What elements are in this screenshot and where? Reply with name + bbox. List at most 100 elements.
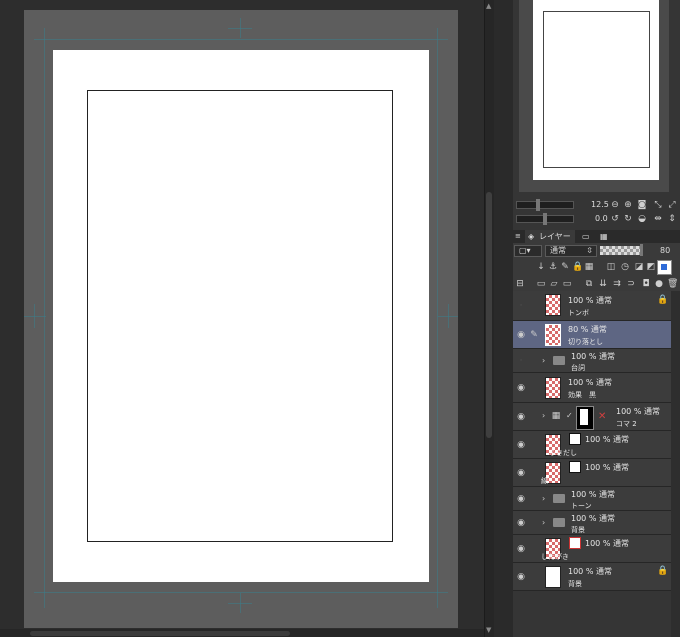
layer-opacity-mode: 100 % 通常 bbox=[585, 435, 629, 444]
layer-scrollbar[interactable] bbox=[671, 291, 680, 637]
mask-add-icon[interactable]: ◘ bbox=[641, 279, 651, 289]
panel-gutter bbox=[494, 0, 513, 637]
blend-mode-value: 通常 bbox=[550, 246, 566, 255]
layer-row[interactable]: · › 100 % 通常 台詞 bbox=[513, 349, 671, 373]
film-tab-icon[interactable]: ▦ bbox=[600, 230, 608, 243]
chevron-down-icon: ⇳ bbox=[586, 246, 593, 255]
layer-row[interactable]: ◉ › 100 % 通常 トーン bbox=[513, 487, 671, 511]
panel-frame-border[interactable] bbox=[87, 90, 393, 542]
blend-mode-select[interactable]: 通常 ⇳ bbox=[545, 245, 597, 257]
layer-row[interactable]: ◉ › ▦ ✓ ✕ 100 % 通常 コマ 2 bbox=[513, 403, 671, 431]
zoom-in-icon[interactable]: ⊕ bbox=[623, 200, 633, 210]
layer-name: 背景 bbox=[571, 526, 585, 534]
layer-thumbnail bbox=[545, 294, 561, 316]
fit-screen-icon[interactable]: ◙ bbox=[637, 200, 647, 210]
chevron-right-icon[interactable]: › bbox=[542, 518, 545, 527]
layer-row[interactable]: ◉ 100 % 通常 線 bbox=[513, 459, 671, 487]
copy-layer-icon[interactable]: ⧉ bbox=[584, 279, 594, 289]
layer-row[interactable]: ◉ › 100 % 通常 背景 bbox=[513, 511, 671, 535]
layer-opacity-mode: 100 % 通常 bbox=[571, 514, 615, 523]
rotate-slider-thumb[interactable] bbox=[543, 213, 547, 225]
layer-row[interactable]: ◉ 100 % 通常 したがき bbox=[513, 535, 671, 563]
horizontal-scrollbar-thumb[interactable] bbox=[30, 631, 290, 636]
chevron-right-icon[interactable]: › bbox=[542, 494, 545, 503]
lock-layer-icon[interactable]: 🔒 bbox=[572, 262, 583, 272]
layer-color-select[interactable]: ▢▾ bbox=[514, 245, 542, 257]
layer-row[interactable]: ◉ 100 % 通常 ふきだし bbox=[513, 431, 671, 459]
eye-icon[interactable]: ◉ bbox=[516, 494, 526, 504]
palette-color-icon[interactable]: ◩ bbox=[646, 262, 656, 272]
layer-row[interactable]: ◉ ✎ 80 % 通常 切り落とし bbox=[513, 321, 671, 349]
layer-opacity-mode: 100 % 通常 bbox=[568, 378, 612, 387]
layer-opacity-mode: 80 % 通常 bbox=[568, 325, 607, 334]
register-mark bbox=[34, 304, 35, 328]
mask-enable-icon[interactable]: ◫ bbox=[606, 262, 616, 272]
register-mark bbox=[228, 28, 252, 29]
lock-transparency-icon[interactable]: ▦ bbox=[584, 262, 594, 272]
eye-icon[interactable]: ◉ bbox=[516, 330, 526, 340]
pencil-icon: ✎ bbox=[530, 330, 538, 340]
mask-apply-icon[interactable]: ● bbox=[654, 279, 664, 289]
actual-size-icon[interactable]: ⤡ bbox=[653, 200, 663, 210]
panel-menu-icon[interactable]: ≡ bbox=[515, 230, 521, 243]
eye-icon[interactable]: ◉ bbox=[516, 468, 526, 478]
scroll-up-icon[interactable]: ▲ bbox=[486, 2, 491, 10]
opacity-slider[interactable] bbox=[600, 246, 640, 255]
new-vector-layer-icon[interactable]: ▱ bbox=[549, 279, 559, 289]
reference-layer-icon[interactable]: ⚓ bbox=[548, 262, 558, 272]
link-icon[interactable]: ⊃ bbox=[626, 279, 636, 289]
scroll-down-icon[interactable]: ▼ bbox=[486, 626, 491, 634]
merge-layer-icon[interactable]: ⇊ bbox=[598, 279, 608, 289]
layer-name: トーン bbox=[571, 502, 592, 510]
register-mark bbox=[24, 316, 46, 317]
reset-rotate-icon[interactable]: ◒ bbox=[637, 214, 647, 224]
layer-opacity-mode: 100 % 通常 bbox=[571, 352, 615, 361]
layer-opacity-mode: 100 % 通常 bbox=[585, 463, 629, 472]
eye-icon[interactable]: ◉ bbox=[516, 440, 526, 450]
eye-icon[interactable]: ◉ bbox=[516, 383, 526, 393]
tab-layer[interactable]: ◈ レイヤー bbox=[525, 230, 575, 243]
draft-layer-icon[interactable]: ✎ bbox=[560, 262, 570, 272]
layer-color-icon[interactable] bbox=[657, 260, 672, 275]
mask-off-icon[interactable]: ✕ bbox=[598, 411, 606, 422]
transfer-icon[interactable]: ⇉ bbox=[612, 279, 622, 289]
layer-list: · 100 % 通常 トンボ 🔒 ◉ ✎ 80 % 通常 切り落とし · › 1… bbox=[513, 291, 671, 591]
zoom-out-icon[interactable]: ⊖ bbox=[610, 200, 620, 210]
navigator-preview-frame bbox=[543, 11, 650, 168]
eye-icon[interactable]: ◉ bbox=[516, 572, 526, 582]
chevron-right-icon[interactable]: › bbox=[542, 356, 545, 365]
layer-row[interactable]: · 100 % 通常 トンボ 🔒 bbox=[513, 291, 671, 321]
zoom-slider[interactable] bbox=[516, 201, 574, 209]
vector-layer-icon bbox=[569, 461, 581, 473]
flip-vertical-icon[interactable]: ⇕ bbox=[667, 214, 677, 224]
eye-icon[interactable]: ◉ bbox=[516, 518, 526, 528]
zoom-slider-thumb[interactable] bbox=[536, 199, 540, 211]
new-folder-icon[interactable]: ▭ bbox=[562, 279, 572, 289]
rotate-left-icon[interactable]: ↺ bbox=[610, 214, 620, 224]
mask-show-icon[interactable]: ◪ bbox=[634, 262, 644, 272]
delete-layer-icon[interactable]: 🗑 bbox=[667, 279, 678, 289]
layer-name: 背景 bbox=[568, 580, 582, 588]
ruler-icon[interactable]: ◷ bbox=[620, 262, 630, 272]
fit-window-icon[interactable]: ⤢ bbox=[667, 200, 677, 210]
new-raster-layer-icon[interactable]: ▭ bbox=[536, 279, 546, 289]
clip-layer-icon[interactable]: ↓ bbox=[536, 262, 546, 272]
folder-tab-icon[interactable]: ▭ bbox=[582, 230, 590, 243]
vertical-scrollbar-thumb[interactable] bbox=[486, 192, 492, 438]
eye-icon[interactable]: ◉ bbox=[516, 412, 526, 422]
tab-layer-label: レイヤー bbox=[539, 232, 571, 241]
layer-opacity-mode: 100 % 通常 bbox=[616, 407, 660, 416]
guide-line bbox=[44, 28, 45, 608]
eye-hidden-icon[interactable]: · bbox=[516, 301, 526, 311]
panel-split-icon[interactable]: ⊟ bbox=[515, 279, 525, 289]
layer-row[interactable]: ◉ 100 % 通常 効果 黒 bbox=[513, 373, 671, 403]
layer-row[interactable]: ◉ 100 % 通常 背景 🔒 bbox=[513, 563, 671, 591]
opacity-slider-thumb[interactable] bbox=[640, 244, 643, 256]
eye-icon[interactable]: ◉ bbox=[516, 544, 526, 554]
register-mark bbox=[448, 304, 449, 328]
eye-hidden-icon[interactable]: · bbox=[516, 356, 526, 366]
flip-horizontal-icon[interactable]: ⇹ bbox=[653, 214, 663, 224]
chevron-right-icon[interactable]: › bbox=[542, 411, 545, 420]
rotate-right-icon[interactable]: ↻ bbox=[623, 214, 633, 224]
layer-name: 切り落とし bbox=[568, 338, 603, 346]
